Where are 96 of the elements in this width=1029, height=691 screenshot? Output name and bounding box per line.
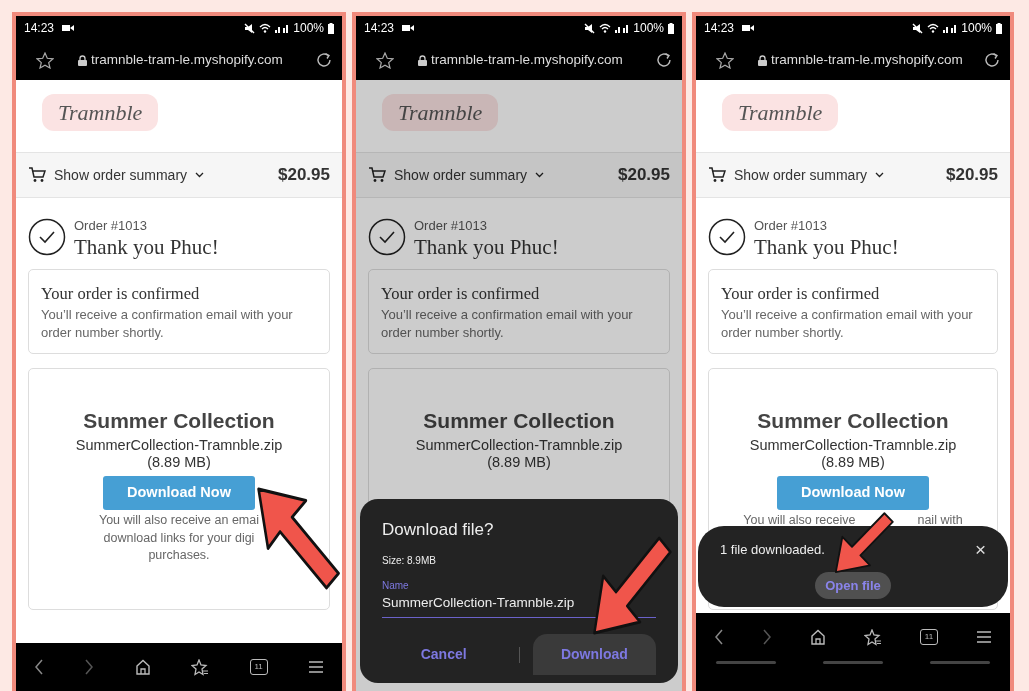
- video-camera-icon: [62, 24, 75, 32]
- chevron-down-icon[interactable]: [535, 172, 545, 178]
- order-summary-toggle[interactable]: Show order summary: [54, 164, 188, 186]
- wifi-icon: [599, 23, 612, 33]
- chevron-down-icon[interactable]: [195, 172, 205, 178]
- wifi-icon: [259, 23, 272, 33]
- status-time: 14:23: [704, 20, 735, 37]
- brand-logo: Tramnble: [42, 94, 159, 131]
- lock-icon: [418, 54, 427, 66]
- field-label: Name: [382, 578, 410, 593]
- check-circle-icon: [368, 218, 406, 257]
- cancel-button[interactable]: Cancel: [382, 634, 506, 675]
- file-name: SummerCollection-Tramnble.zip: [748, 436, 958, 454]
- file-size: (8.89 MB): [486, 453, 552, 471]
- cart-icon: [708, 167, 726, 183]
- field-value: SummerCollection-Tramnble.zip: [382, 593, 576, 612]
- close-button[interactable]: ×: [974, 540, 986, 560]
- order-total: $20.95: [946, 164, 998, 187]
- mute-icon: [912, 22, 924, 34]
- order-number: Order #1013: [414, 217, 488, 235]
- back-icon[interactable]: [34, 659, 44, 675]
- brand-logo: Tramnble: [722, 94, 839, 131]
- home-icon[interactable]: [810, 629, 826, 645]
- download-note: You will also receive an emai: [98, 512, 259, 530]
- signal-icon: [615, 23, 630, 33]
- video-camera-icon: [742, 24, 755, 32]
- file-size: (8.89 MB): [146, 453, 212, 471]
- status-time: 14:23: [364, 20, 395, 37]
- confirmation-title: Your order is confirmed: [721, 282, 881, 305]
- product-title: Summer Collection: [82, 408, 276, 435]
- forward-icon[interactable]: [84, 659, 95, 675]
- menu-icon[interactable]: [307, 660, 324, 674]
- star-icon[interactable]: [376, 51, 394, 69]
- battery-level: 100%: [633, 20, 664, 37]
- order-number: Order #1013: [74, 217, 148, 235]
- confirmation-text: You’ll receive a confirmation email with your order number shortly.: [41, 306, 294, 342]
- download-note: nail with: [917, 512, 963, 530]
- battery-level: 100%: [293, 20, 324, 37]
- order-total: $20.95: [278, 164, 330, 187]
- order-summary-toggle[interactable]: Show order summary: [394, 164, 528, 186]
- mute-icon: [584, 22, 596, 34]
- snackbar-message: 1 file downloaded.: [720, 541, 825, 559]
- check-circle-icon: [708, 218, 746, 257]
- tabs-button[interactable]: 11: [920, 629, 938, 645]
- order-total: $20.95: [618, 164, 670, 187]
- status-time: 14:23: [24, 20, 55, 37]
- star-icon[interactable]: [716, 51, 734, 69]
- url-text[interactable]: tramnble-tram-le.myshopify.com: [431, 49, 623, 71]
- cart-icon: [28, 167, 46, 183]
- url-text[interactable]: tramnble-tram-le.myshopify.com: [91, 49, 283, 71]
- file-name: SummerCollection-Tramnble.zip: [414, 436, 624, 454]
- thank-you-heading: Thank you Phuc!: [754, 235, 899, 259]
- battery-icon: [996, 22, 1002, 34]
- confirmation-title: Your order is confirmed: [381, 282, 541, 305]
- battery-level: 100%: [961, 20, 992, 37]
- battery-icon: [668, 22, 674, 34]
- reload-icon[interactable]: [984, 52, 1000, 68]
- mute-icon: [244, 22, 256, 34]
- confirmation-title: Your order is confirmed: [41, 282, 201, 305]
- product-title: Summer Collection: [422, 408, 616, 435]
- thank-you-heading: Thank you Phuc!: [74, 235, 219, 259]
- cart-icon: [368, 167, 386, 183]
- download-note: purchases.: [148, 547, 210, 565]
- reload-icon[interactable]: [316, 52, 332, 68]
- reload-icon[interactable]: [656, 52, 672, 68]
- download-note: download links for your digi: [103, 529, 255, 547]
- battery-icon: [328, 22, 334, 34]
- wifi-icon: [927, 23, 940, 33]
- order-summary-toggle[interactable]: Show order summary: [734, 164, 868, 186]
- chevron-down-icon[interactable]: [875, 172, 885, 178]
- tabs-button[interactable]: 11: [249, 659, 268, 675]
- url-text[interactable]: tramnble-tram-le.myshopify.com: [771, 49, 963, 71]
- dialog-title: Download file?: [382, 519, 495, 542]
- check-circle-icon: [28, 218, 66, 257]
- signal-icon: [943, 23, 958, 33]
- brand-logo: Tramnble: [382, 94, 499, 131]
- download-note: You will also receive: [743, 512, 856, 530]
- confirmation-text: You’ll receive a confirmation email with your order number shortly.: [381, 306, 634, 342]
- bookmarks-icon[interactable]: [864, 628, 882, 646]
- file-name: SummerCollection-Tramnble.zip: [74, 436, 284, 454]
- order-number: Order #1013: [754, 217, 828, 235]
- file-size-label: Size: 8.9MB: [382, 553, 437, 568]
- thank-you-heading: Thank you Phuc!: [414, 235, 559, 259]
- star-icon[interactable]: [36, 51, 54, 69]
- confirmation-text: You’ll receive a confirmation email with your order number shortly.: [721, 306, 974, 342]
- lock-icon: [78, 54, 87, 66]
- back-icon[interactable]: [714, 629, 724, 645]
- forward-icon[interactable]: [762, 629, 772, 645]
- signal-icon: [275, 23, 290, 33]
- home-icon[interactable]: [134, 659, 151, 675]
- product-title: Summer Collection: [756, 408, 950, 435]
- lock-icon: [758, 54, 767, 66]
- menu-icon[interactable]: [976, 630, 992, 644]
- file-size: (8.89 MB): [820, 453, 886, 471]
- video-camera-icon: [402, 24, 415, 32]
- bookmarks-icon[interactable]: [191, 658, 210, 676]
